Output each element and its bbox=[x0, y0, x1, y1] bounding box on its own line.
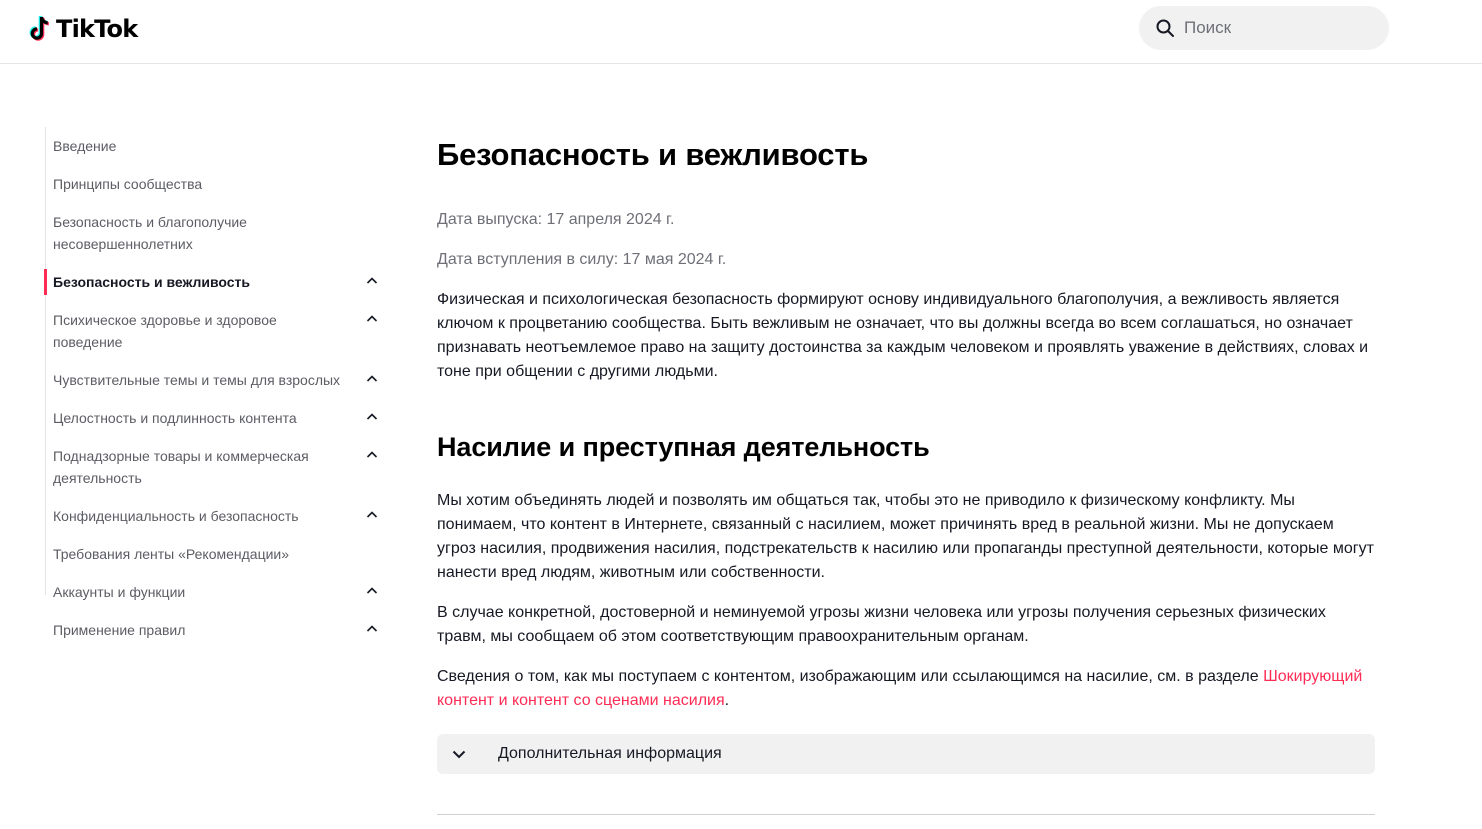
sidebar-item-label: Применение правил bbox=[53, 622, 186, 638]
paragraph-text-end: . bbox=[724, 692, 730, 709]
sidebar-item-community-principles[interactable]: Принципы сообщества bbox=[46, 165, 385, 203]
sidebar-item-label: Чувствительные темы и темы для взрослых bbox=[53, 372, 341, 388]
sidebar-item-label: Введение bbox=[53, 138, 117, 154]
sidebar-item-label: Целостность и подлинность контента bbox=[53, 410, 297, 426]
sidebar-item-label: Безопасность и вежливость bbox=[53, 274, 250, 290]
chevron-up-icon[interactable] bbox=[365, 372, 379, 386]
chevron-up-icon[interactable] bbox=[365, 410, 379, 424]
chevron-up-icon[interactable] bbox=[365, 622, 379, 636]
sidebar-item-youth-safety[interactable]: Безопасность и благополучие несовершенно… bbox=[46, 203, 385, 263]
effective-date: Дата вступления в силу: 17 мая 2024 г. bbox=[437, 251, 727, 268]
more-info-accordion[interactable]: Дополнительная информация bbox=[437, 734, 1375, 774]
search-box[interactable] bbox=[1139, 6, 1389, 50]
section-paragraph-3: Сведения о том, как мы поступаем с конте… bbox=[437, 665, 1377, 713]
sidebar-item-accounts-features[interactable]: Аккаунты и функции bbox=[46, 573, 385, 611]
chevron-up-icon[interactable] bbox=[365, 584, 379, 598]
chevron-up-icon[interactable] bbox=[365, 508, 379, 522]
chevron-up-icon[interactable] bbox=[365, 274, 379, 288]
sidebar-nav: Введение Принципы сообщества Безопасност… bbox=[44, 127, 385, 638]
section-paragraph-1: Мы хотим объединять людей и позволять им… bbox=[437, 492, 1374, 581]
site-header: TikTok bbox=[0, 0, 1482, 64]
sidebar-item-sensitive-topics[interactable]: Чувствительные темы и темы для взрослых bbox=[46, 361, 385, 399]
accordion-label: Дополнительная информация bbox=[498, 745, 722, 762]
sidebar-item-safety-civility[interactable]: Безопасность и вежливость bbox=[44, 263, 385, 301]
chevron-up-icon[interactable] bbox=[365, 448, 379, 462]
search-input[interactable] bbox=[1184, 18, 1374, 38]
tiktok-note-icon bbox=[29, 15, 50, 41]
sidebar-item-mental-health[interactable]: Психическое здоровье и здоровое поведени… bbox=[46, 301, 385, 361]
sidebar-item-integrity[interactable]: Целостность и подлинность контента bbox=[46, 399, 385, 437]
sidebar-item-privacy-security[interactable]: Конфиденциальность и безопасность bbox=[46, 497, 385, 535]
release-date: Дата выпуска: 17 апреля 2024 г. bbox=[437, 211, 675, 228]
page-title: Безопасность и вежливость bbox=[437, 137, 869, 172]
sidebar-item-label: Аккаунты и функции bbox=[53, 584, 186, 600]
paragraph-text: Сведения о том, как мы поступаем с конте… bbox=[437, 668, 1264, 685]
main-content: Безопасность и вежливость Дата выпуска: … bbox=[437, 127, 1377, 815]
tiktok-logo[interactable]: TikTok bbox=[28, 12, 138, 46]
chevron-up-icon[interactable] bbox=[365, 312, 379, 326]
intro-paragraph: Физическая и психологическая безопасност… bbox=[437, 291, 1369, 380]
sidebar-item-label: Требования ленты «Рекомендации» bbox=[53, 546, 290, 562]
sidebar-item-introduction[interactable]: Введение bbox=[46, 127, 385, 165]
sidebar-item-label: Поднадзорные товары и коммерческая деяте… bbox=[53, 448, 309, 486]
sidebar-item-enforcement[interactable]: Применение правил bbox=[46, 611, 385, 649]
logo-text: TikTok bbox=[56, 15, 138, 43]
sidebar-item-label: Конфиденциальность и безопасность bbox=[53, 508, 299, 524]
section-paragraph-2: В случае конкретной, достоверной и немин… bbox=[437, 604, 1326, 645]
chevron-down-icon bbox=[450, 745, 468, 763]
sidebar-item-label: Принципы сообщества bbox=[53, 176, 203, 192]
divider bbox=[437, 814, 1375, 815]
sidebar-item-label: Психическое здоровье и здоровое поведени… bbox=[53, 312, 277, 350]
sidebar-item-regulated-goods[interactable]: Поднадзорные товары и коммерческая деяте… bbox=[46, 437, 385, 497]
section-title: Насилие и преступная деятельность bbox=[437, 432, 930, 462]
sidebar-item-fyf-standards[interactable]: Требования ленты «Рекомендации» bbox=[46, 535, 385, 573]
search-icon bbox=[1156, 19, 1174, 37]
sidebar-item-label: Безопасность и благополучие несовершенно… bbox=[53, 214, 247, 252]
